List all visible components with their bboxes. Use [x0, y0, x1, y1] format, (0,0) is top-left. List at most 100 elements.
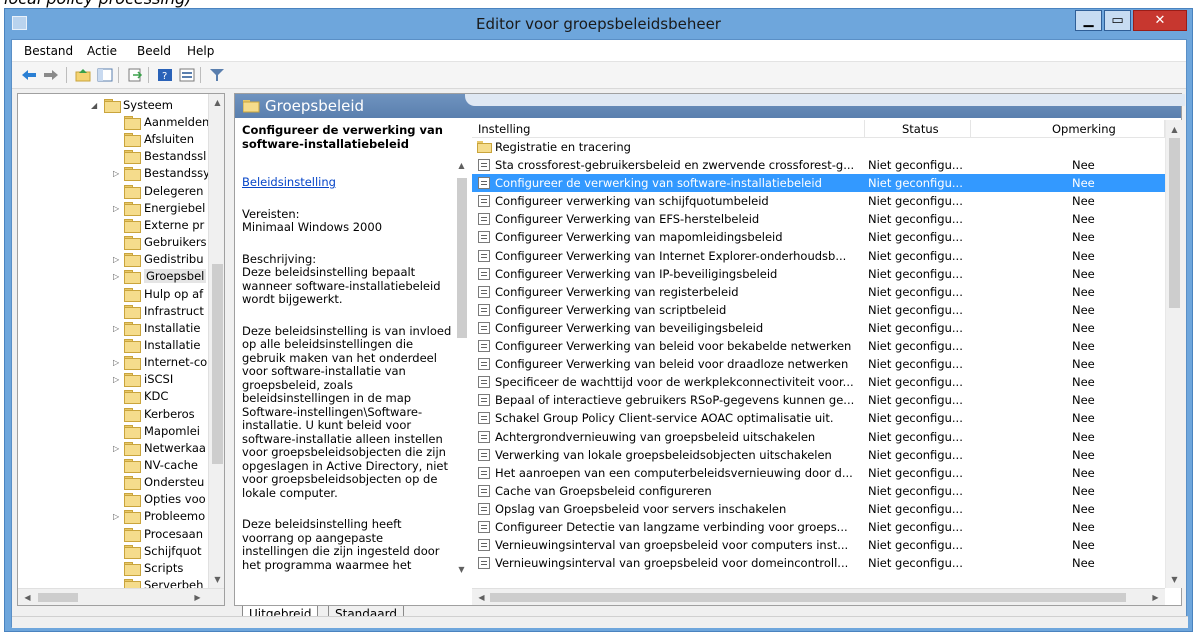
export-list-button[interactable]: [126, 66, 144, 84]
tree-item-label: Afsluiten: [144, 132, 195, 147]
scroll-down-icon[interactable]: ▼: [454, 562, 469, 577]
policy-row[interactable]: Configureer Verwerking van beleid voor d…: [472, 355, 1165, 373]
description-label: Beschrijving:: [242, 251, 317, 266]
collapsed-arrow-icon[interactable]: ▷: [113, 444, 121, 453]
maximize-button[interactable]: ▭: [1104, 10, 1131, 31]
policy-row[interactable]: Configureer Detectie van langzame verbin…: [472, 518, 1165, 536]
description-panel: Configureer de verwerking van software-i…: [235, 120, 453, 588]
policy-name: Configureer Verwerking van mapomleidings…: [495, 230, 783, 245]
policy-row[interactable]: Schakel Group Policy Client-service AOAC…: [472, 409, 1165, 427]
export-list-icon: [128, 68, 143, 82]
policy-row[interactable]: Sta crossforest-gebruikersbeleid en zwer…: [472, 156, 1165, 174]
menu-actie[interactable]: Actie: [87, 44, 117, 58]
tree-scroll-thumb[interactable]: [212, 264, 223, 464]
collapsed-arrow-icon[interactable]: ▷: [113, 204, 121, 213]
policy-row[interactable]: Het aanroepen van een computerbeleidsver…: [472, 464, 1165, 482]
policy-row[interactable]: Configureer Verwerking van mapomleidings…: [472, 228, 1165, 246]
policy-row[interactable]: Configureer Verwerking van IP-beveiligin…: [472, 265, 1165, 283]
list-hscroll[interactable]: ◀ ▶: [472, 588, 1165, 605]
policy-row[interactable]: Configureer verwerking van schijfquotumb…: [472, 192, 1165, 210]
policy-row[interactable]: Bepaal of interactieve gebruikers RSoP-g…: [472, 391, 1165, 409]
list-hscroll-thumb[interactable]: [490, 593, 1126, 602]
scroll-right-icon[interactable]: ▶: [1148, 590, 1163, 605]
app-window: Editor voor groepsbeleidsbeheer ▁ ▭ ✕ Be…: [4, 8, 1193, 632]
folder-icon: [124, 270, 141, 285]
tree-hscroll[interactable]: ◀ ▶: [18, 588, 224, 605]
menu-beeld[interactable]: Beeld: [137, 44, 171, 58]
policy-row[interactable]: Vernieuwingsinterval van groepsbeleid vo…: [472, 536, 1165, 554]
scroll-down-icon[interactable]: ▼: [1167, 572, 1182, 587]
maximize-icon: ▭: [1111, 13, 1124, 28]
menu-bestand[interactable]: Bestand: [24, 44, 73, 58]
tree-item-label: Systeem: [123, 98, 173, 112]
scroll-down-icon[interactable]: ▼: [210, 572, 224, 587]
collapsed-arrow-icon[interactable]: ▷: [113, 358, 121, 367]
policy-row[interactable]: Configureer Verwerking van EFS-herstelbe…: [472, 210, 1165, 228]
scroll-left-icon[interactable]: ◀: [20, 590, 35, 605]
policy-row[interactable]: Cache van Groepsbeleid configureren Niet …: [472, 482, 1165, 500]
policy-name: Configureer Verwerking van registerbelei…: [495, 284, 739, 299]
column-header-status[interactable]: Status: [902, 122, 939, 136]
policy-status: Niet geconfigu...: [868, 158, 963, 172]
description-scroll-thumb[interactable]: [457, 178, 467, 338]
policy-setting-icon: [478, 376, 490, 389]
folder-icon: [124, 116, 141, 130]
tree-item-label: Opties voo: [144, 492, 206, 507]
forward-button[interactable]: [42, 66, 60, 84]
menu-help[interactable]: Help: [187, 44, 214, 58]
show-hide-tree-button[interactable]: [96, 66, 114, 84]
collapsed-arrow-icon[interactable]: ▷: [113, 255, 121, 264]
policy-setting-icon: [478, 539, 490, 552]
collapsed-arrow-icon[interactable]: ▷: [113, 375, 121, 384]
properties-button[interactable]: [178, 66, 196, 84]
policy-row[interactable]: Specificeer de wachttijd voor de werkple…: [472, 373, 1165, 391]
policy-comment: Nee: [1072, 520, 1095, 534]
close-button[interactable]: ✕: [1133, 10, 1187, 31]
scroll-left-icon[interactable]: ◀: [474, 590, 489, 605]
policy-comment: Nee: [1072, 248, 1095, 263]
policy-row[interactable]: Verwerking van lokale groepsbeleidsobjec…: [472, 446, 1165, 464]
filter-button[interactable]: [208, 66, 226, 84]
collapsed-arrow-icon[interactable]: ▷: [113, 169, 121, 178]
policy-row[interactable]: Configureer Verwerking van beveiligingsb…: [472, 319, 1165, 337]
list-scroll-thumb[interactable]: [1169, 138, 1180, 308]
list-vscroll[interactable]: ▲ ▼: [1165, 120, 1182, 588]
collapsed-arrow-icon[interactable]: ▷: [113, 324, 121, 333]
scroll-up-icon[interactable]: ▲: [210, 95, 224, 110]
scroll-right-icon[interactable]: ▶: [190, 590, 205, 605]
category-row[interactable]: Registratie en tracering: [472, 138, 1165, 156]
back-button[interactable]: [20, 66, 38, 84]
policy-name: Configureer Verwerking van IP-beveiligin…: [495, 266, 778, 281]
expanded-arrow-icon[interactable]: ◢: [91, 101, 99, 110]
column-header-setting[interactable]: Instelling: [478, 122, 530, 136]
collapsed-arrow-icon[interactable]: ▷: [113, 272, 121, 281]
up-folder-button[interactable]: [74, 66, 92, 84]
scroll-up-icon[interactable]: ▲: [454, 158, 469, 173]
policy-row[interactable]: Configureer Verwerking van beleid voor b…: [472, 337, 1165, 355]
tree-hscroll-thumb[interactable]: [38, 593, 78, 602]
tree-vscroll[interactable]: ▲ ▼: [208, 94, 224, 588]
policy-row[interactable]: Configureer de verwerking van software-i…: [472, 174, 1165, 193]
description-vscroll[interactable]: ▲ ▼: [453, 120, 471, 588]
scroll-up-icon[interactable]: ▲: [1167, 122, 1182, 137]
policy-setting-icon: [478, 159, 490, 171]
policy-name: Configureer Verwerking van beleid voor b…: [495, 339, 852, 353]
tree-item-label: Externe pr: [144, 217, 205, 232]
collapsed-arrow-icon[interactable]: ▷: [113, 512, 121, 521]
policy-comment: Nee: [1072, 465, 1095, 480]
policy-setting-icon: [478, 177, 490, 190]
policy-row[interactable]: Configureer Verwerking van Internet Expl…: [472, 247, 1165, 265]
policy-row[interactable]: Configureer Verwerking van registerbelei…: [472, 283, 1165, 301]
policy-row[interactable]: Vernieuwingsinterval van groepsbeleid vo…: [472, 554, 1165, 572]
help-button[interactable]: ?: [156, 66, 174, 84]
column-header-comment[interactable]: Opmerking: [1052, 122, 1116, 136]
settings-list: Instelling Status Opmerking Registratie …: [472, 120, 1182, 606]
minimize-button[interactable]: ▁: [1075, 10, 1102, 31]
policy-row[interactable]: Opslag van Groepsbeleid voor servers ins…: [472, 500, 1165, 518]
back-icon: [22, 70, 36, 80]
policy-row[interactable]: Configureer Verwerking van scriptbeleid N…: [472, 301, 1165, 319]
policy-setting-link[interactable]: Beleidsinstelling: [242, 175, 452, 190]
policy-row[interactable]: Achtergrondvernieuwing van groepsbeleid …: [472, 428, 1165, 446]
title-bar[interactable]: Editor voor groepsbeleidsbeheer ▁ ▭ ✕: [5, 9, 1192, 39]
tree-item-label: KDC: [144, 389, 169, 404]
